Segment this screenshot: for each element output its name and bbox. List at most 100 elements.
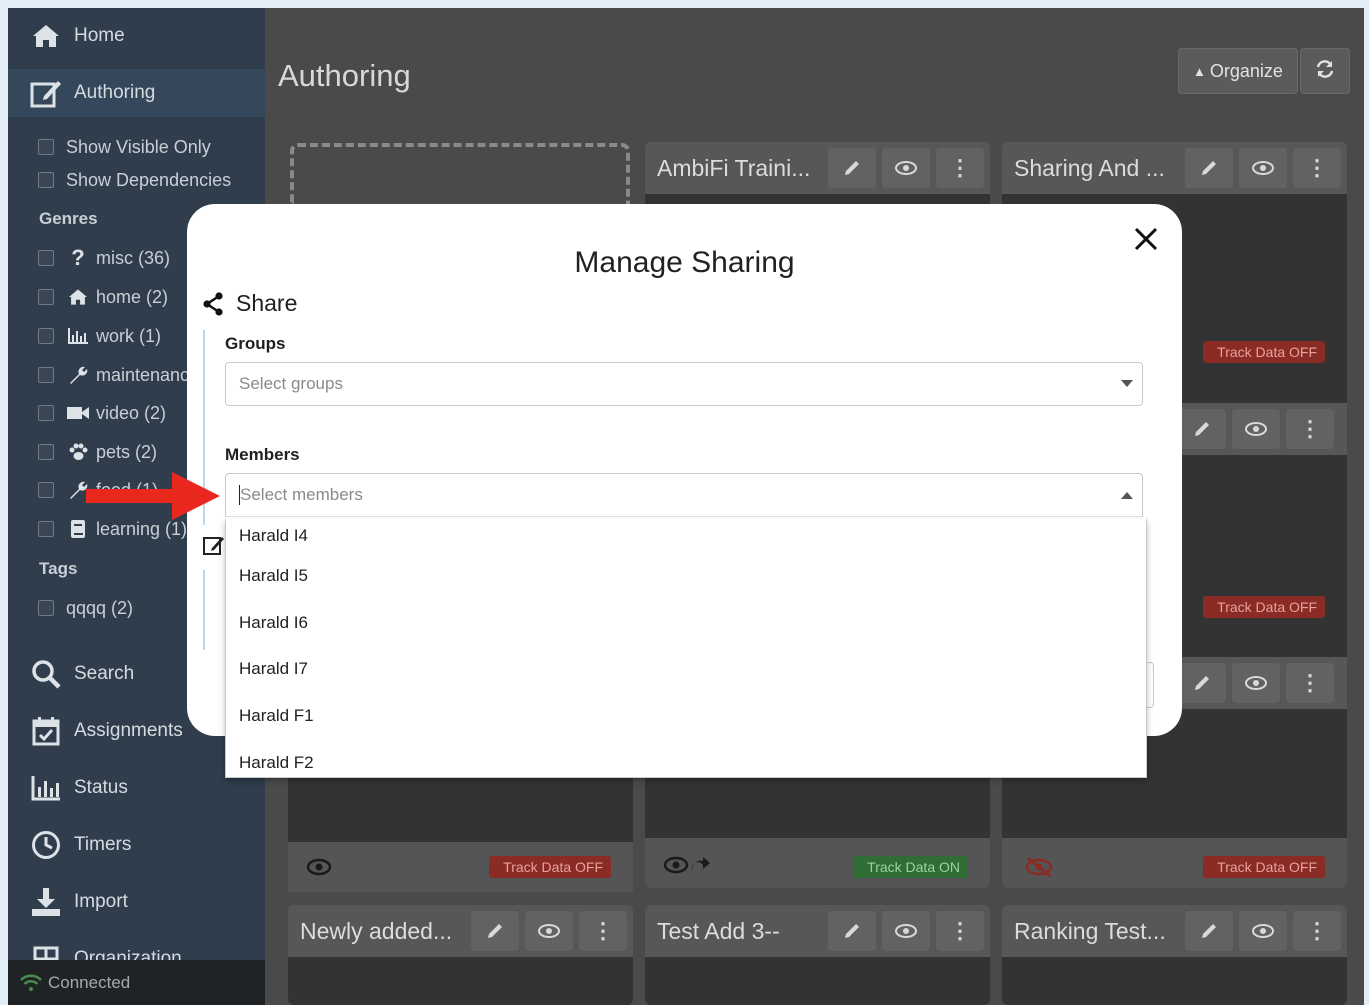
track-data-toggle[interactable]: Track Data OFF xyxy=(1203,596,1325,618)
nav-search-label: Search xyxy=(74,663,135,684)
more-menu-button[interactable]: ⋮ xyxy=(579,911,627,951)
members-dropdown-list: Harald I4 Harald I5 Harald I6 Harald I7 … xyxy=(225,519,1147,778)
genre-pets[interactable]: pets (2) xyxy=(38,438,157,466)
organize-button[interactable]: ▲︎ Organize xyxy=(1178,48,1298,94)
groups-select[interactable]: Select groups xyxy=(225,362,1143,406)
genre-video[interactable]: video (2) xyxy=(38,399,166,427)
card-title: Ranking Test... xyxy=(1014,917,1166,944)
wrench-icon xyxy=(66,365,90,385)
nav-authoring-label: Authoring xyxy=(74,82,156,103)
nav-timers[interactable]: Timers xyxy=(8,821,265,869)
view-button[interactable] xyxy=(1232,663,1280,703)
card-newly-added[interactable]: Newly added... ⋮ xyxy=(288,905,633,1005)
checkbox[interactable] xyxy=(38,405,54,421)
nav-home[interactable]: Home xyxy=(8,12,265,60)
more-menu-button[interactable]: ⋮ xyxy=(1293,148,1341,188)
section-divider xyxy=(203,570,205,650)
edit-button[interactable] xyxy=(1178,663,1226,703)
more-menu-button[interactable]: ⋮ xyxy=(1286,663,1334,703)
card-test-add[interactable]: Test Add 3-- ⋮ xyxy=(645,905,990,1005)
filter-show-dependencies[interactable]: Show Dependencies xyxy=(38,166,231,194)
genres-heading: Genres xyxy=(39,209,98,228)
paw-icon xyxy=(66,442,90,462)
edit-button[interactable] xyxy=(1185,148,1233,188)
home-icon xyxy=(28,18,64,54)
close-button[interactable] xyxy=(1130,225,1162,257)
nav-authoring[interactable]: Authoring xyxy=(8,69,265,117)
member-option[interactable]: Harald F2 xyxy=(226,739,1146,777)
question-icon: ? xyxy=(71,245,85,270)
member-option[interactable]: Harald I4 xyxy=(226,519,1146,553)
dialog-title: Manage Sharing xyxy=(574,246,795,279)
edit-icon xyxy=(28,75,64,111)
members-label: Members xyxy=(225,445,300,464)
card-title: Newly added... xyxy=(300,917,453,944)
track-data-toggle[interactable]: Track Data OFF xyxy=(1203,341,1325,363)
more-menu-button[interactable]: ⋮ xyxy=(936,148,984,188)
member-option[interactable]: Harald I5 xyxy=(226,553,1146,600)
checkbox[interactable] xyxy=(38,521,54,537)
nav-status-label: Status xyxy=(74,777,128,798)
checkbox[interactable] xyxy=(38,600,54,616)
checkbox[interactable] xyxy=(38,328,54,344)
search-icon xyxy=(28,656,64,692)
checkbox[interactable] xyxy=(38,444,54,460)
view-button[interactable] xyxy=(1239,911,1287,951)
track-data-toggle[interactable]: Track Data OFF xyxy=(489,856,611,878)
genre-label: misc (36) xyxy=(96,247,171,268)
member-option[interactable]: Harald I7 xyxy=(226,646,1146,693)
video-camera-icon xyxy=(66,405,90,421)
refresh-icon xyxy=(1315,59,1335,84)
genre-home[interactable]: home (2) xyxy=(38,283,168,311)
nav-home-label: Home xyxy=(74,25,125,46)
genre-label: video (2) xyxy=(96,402,167,423)
connection-status-bar: Connected xyxy=(8,960,265,1005)
more-menu-button[interactable]: ⋮ xyxy=(1286,409,1334,449)
filter-show-visible-only[interactable]: Show Visible Only xyxy=(38,133,211,161)
checkbox[interactable] xyxy=(38,250,54,266)
nav-import-label: Import xyxy=(74,891,128,912)
members-select[interactable]: Select members xyxy=(225,473,1143,517)
more-menu-button[interactable]: ⋮ xyxy=(936,911,984,951)
chevron-up-icon xyxy=(1112,491,1142,499)
checkbox[interactable] xyxy=(38,367,54,383)
nav-import[interactable]: Import xyxy=(8,878,265,926)
new-card-placeholder[interactable] xyxy=(290,143,630,207)
tag-qqqq[interactable]: qqqq (2) xyxy=(38,594,133,622)
track-data-toggle[interactable]: Track Data OFF xyxy=(1203,856,1325,878)
checkbox[interactable] xyxy=(38,172,54,188)
edit-button[interactable] xyxy=(1178,409,1226,449)
edit-icon xyxy=(203,534,225,561)
nav-timers-label: Timers xyxy=(74,834,132,855)
edit-button[interactable] xyxy=(828,911,876,951)
member-option[interactable]: Harald F1 xyxy=(226,693,1146,740)
view-button[interactable] xyxy=(1232,409,1280,449)
edit-button[interactable] xyxy=(828,148,876,188)
track-data-toggle[interactable]: Track Data ON xyxy=(853,856,968,878)
hidden-eye-icon xyxy=(1024,856,1054,883)
view-button[interactable] xyxy=(882,148,930,188)
chevron-down-icon xyxy=(1112,380,1142,388)
view-button[interactable] xyxy=(1239,148,1287,188)
tag-label: qqqq (2) xyxy=(66,597,134,618)
genre-misc[interactable]: ? misc (36) xyxy=(38,244,170,272)
checkbox[interactable] xyxy=(38,482,54,498)
genre-work[interactable]: work (1) xyxy=(38,322,161,350)
member-option[interactable]: Harald I6 xyxy=(226,600,1146,647)
genre-maintenance[interactable]: maintenance xyxy=(38,361,199,389)
card-thumbnail xyxy=(645,957,990,1005)
card-thumbnail xyxy=(288,957,633,1005)
calendar-check-icon xyxy=(28,713,64,749)
view-button[interactable] xyxy=(525,911,573,951)
view-button[interactable] xyxy=(882,911,930,951)
card-ranking-test[interactable]: Ranking Test... ⋮ xyxy=(1002,905,1347,1005)
refresh-button[interactable] xyxy=(1300,48,1350,94)
checkbox[interactable] xyxy=(38,289,54,305)
genre-label: work (1) xyxy=(96,325,162,346)
checkbox[interactable] xyxy=(38,139,54,155)
more-menu-button[interactable]: ⋮ xyxy=(1293,911,1341,951)
card-thumbnail xyxy=(1002,957,1347,1005)
edit-button[interactable] xyxy=(471,911,519,951)
nav-assignments-label: Assignments xyxy=(74,720,183,741)
edit-button[interactable] xyxy=(1185,911,1233,951)
